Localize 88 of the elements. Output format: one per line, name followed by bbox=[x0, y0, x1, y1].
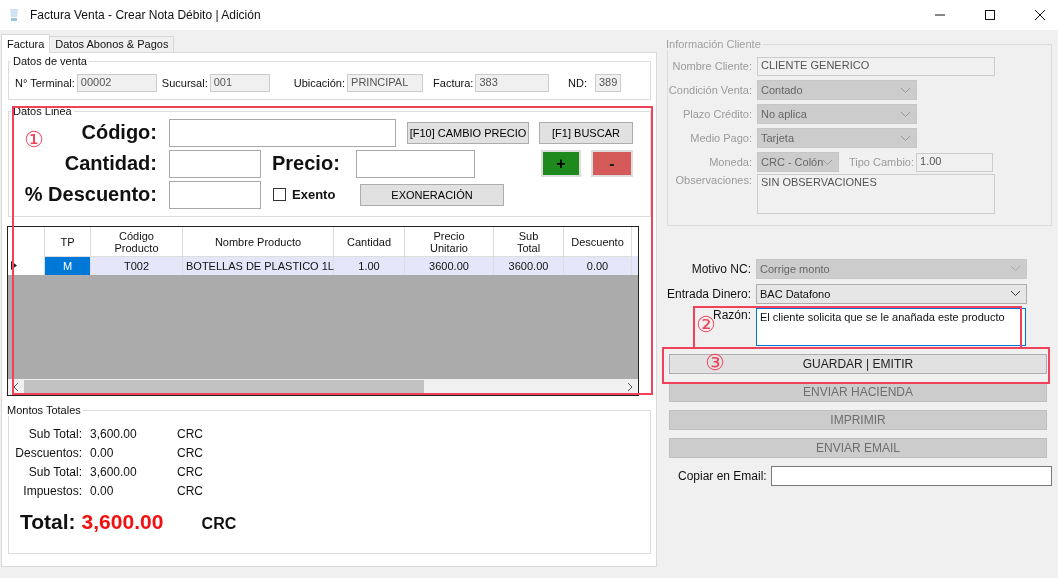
input-field[interactable]: 001 bbox=[209, 74, 270, 92]
total-label: Sub Total: bbox=[27, 426, 82, 441]
add-button[interactable]: + bbox=[541, 150, 581, 177]
tab[interactable]: Datos Abonos & Pagos bbox=[49, 36, 175, 52]
chevron-down-icon bbox=[901, 87, 910, 93]
column-header: Nombre Producto bbox=[183, 227, 334, 256]
group-title: Montos Totales bbox=[6, 404, 82, 416]
field-label: Moneda: bbox=[708, 156, 752, 168]
field-label: Código: bbox=[81, 121, 157, 143]
field-label: Plazo Crédito: bbox=[681, 108, 752, 120]
scroll-left-icon[interactable] bbox=[12, 383, 20, 391]
field-label: Copiar en Email: bbox=[678, 469, 767, 483]
currency-label: CRC bbox=[177, 483, 203, 498]
email-field[interactable] bbox=[770, 466, 1052, 486]
maximize-icon[interactable] bbox=[984, 9, 996, 21]
close-icon[interactable] bbox=[1034, 9, 1046, 21]
checkbox[interactable] bbox=[273, 188, 286, 201]
field-label: Factura: bbox=[433, 77, 474, 89]
table-cell: 1.00 bbox=[334, 256, 405, 275]
table-cell: BOTELLAS DE PLASTICO 1L bbox=[183, 256, 334, 275]
table-cell: 3600.00 bbox=[405, 256, 494, 275]
chevron-down-icon bbox=[1011, 266, 1020, 271]
total-value: 0.00 bbox=[90, 483, 115, 498]
table-cell: T002 bbox=[91, 256, 183, 275]
input-field[interactable]: 00002 bbox=[76, 74, 157, 92]
currency-label: CRC bbox=[201, 515, 237, 533]
checkbox-label: Exento bbox=[292, 187, 337, 202]
button[interactable]: [F10] CAMBIO PRECIO bbox=[407, 121, 529, 144]
table-row[interactable]: M T002 BOTELLAS DE PLASTICO 1L 1.00 3600.00 3600.00 0.00 bbox=[8, 256, 638, 275]
chevron-down-icon bbox=[823, 159, 833, 165]
remove-button[interactable]: - bbox=[591, 150, 633, 177]
input-field[interactable]: 389 bbox=[595, 74, 621, 92]
button[interactable]: EXONERACIÓN bbox=[360, 183, 504, 206]
tab[interactable]: Factura bbox=[1, 34, 51, 53]
table-cell: M bbox=[45, 256, 91, 275]
input-field[interactable] bbox=[356, 149, 475, 178]
dropdown[interactable]: BAC Datafono bbox=[756, 283, 1027, 304]
field-label: Entrada Dinero: bbox=[667, 286, 751, 301]
window-title: Factura Venta - Crear Nota Débito | Adición bbox=[30, 8, 261, 22]
field-label: Observaciones: bbox=[674, 174, 752, 186]
column-header: Descuento bbox=[564, 227, 632, 256]
total-value: 0.00 bbox=[90, 445, 115, 460]
field-label: Motivo NC: bbox=[690, 261, 751, 276]
table-cell: 3600.00 bbox=[494, 256, 564, 275]
table-cell: 0.00 bbox=[564, 256, 632, 275]
currency-label: CRC bbox=[177, 426, 203, 441]
field-label: ND: bbox=[568, 77, 587, 89]
field-label: Ubicación: bbox=[293, 77, 346, 89]
field-label: % Descuento: bbox=[24, 183, 157, 205]
input-field[interactable] bbox=[169, 118, 396, 147]
total-value: 3,600.00 bbox=[90, 464, 138, 479]
grand-total-label: Total: bbox=[20, 510, 76, 534]
field-label: Precio: bbox=[272, 152, 341, 175]
field-label: Sucursal: bbox=[161, 77, 208, 89]
field-label: Medio Pago: bbox=[689, 132, 752, 144]
total-label: Impuestos: bbox=[22, 483, 82, 498]
field-label: Cantidad: bbox=[64, 152, 157, 174]
column-header: Sub Total bbox=[494, 227, 564, 256]
step-number: ③ bbox=[705, 352, 725, 374]
chevron-down-icon bbox=[901, 135, 910, 141]
scroll-thumb[interactable] bbox=[24, 380, 424, 394]
field-label: N° Terminal: bbox=[15, 77, 75, 89]
column-header: Cantidad bbox=[334, 227, 405, 256]
field-label: Tipo Cambio: bbox=[849, 156, 914, 168]
input-field[interactable]: 383 bbox=[475, 74, 550, 92]
group-title: Datos de venta bbox=[12, 55, 88, 67]
total-label: Sub Total: bbox=[27, 464, 82, 479]
row-pointer-icon bbox=[11, 261, 17, 270]
total-label: Descuentos: bbox=[14, 445, 82, 460]
total-value: 3,600.00 bbox=[90, 426, 138, 441]
field-label: Condición Venta: bbox=[668, 84, 752, 96]
input-field[interactable] bbox=[169, 149, 261, 178]
text-area[interactable]: El cliente solicita que se le anañada este producto bbox=[756, 308, 1026, 346]
app-icon bbox=[8, 8, 20, 22]
input-field[interactable]: PRINCIPAL bbox=[347, 74, 424, 92]
group-title: Información Cliente bbox=[665, 38, 762, 50]
grand-total-value: 3,600.00 bbox=[81, 510, 165, 534]
scroll-right-icon[interactable] bbox=[626, 383, 634, 391]
currency-label: CRC bbox=[177, 464, 203, 479]
column-header: Código Producto bbox=[91, 227, 183, 256]
step-number: ① bbox=[24, 129, 44, 151]
field-label: Nombre Cliente: bbox=[671, 60, 752, 72]
button[interactable]: [F1] BUSCAR bbox=[539, 121, 633, 144]
currency-label: CRC bbox=[177, 445, 203, 460]
column-header: Precio Unitario bbox=[405, 227, 494, 256]
input-field[interactable] bbox=[169, 180, 261, 209]
chevron-down-icon bbox=[1011, 291, 1020, 296]
chevron-down-icon bbox=[901, 111, 910, 117]
